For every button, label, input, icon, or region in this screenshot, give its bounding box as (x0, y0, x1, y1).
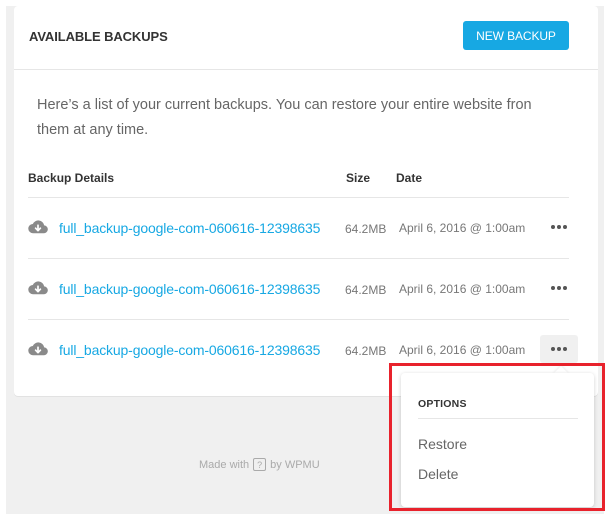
more-dots-icon (557, 286, 561, 290)
card-header: AVAILABLE BACKUPS NEW BACKUP (14, 6, 598, 70)
cloud-download-icon[interactable] (28, 280, 48, 296)
backup-size: 64.2MB (345, 283, 387, 297)
card-title: AVAILABLE BACKUPS (29, 29, 168, 44)
backup-file-link[interactable]: full_backup-google-com-060616-12398635 (59, 220, 320, 236)
more-dots-icon (550, 286, 555, 290)
table-row: full_backup-google-com-060616-12398635 6… (28, 259, 569, 320)
more-dots-icon (563, 347, 568, 351)
backup-size: 64.2MB (345, 344, 387, 358)
more-dots-icon (550, 347, 555, 351)
more-dots-icon (557, 347, 561, 351)
backup-date: April 6, 2016 @ 1:00am (399, 221, 526, 235)
new-backup-button[interactable]: NEW BACKUP (463, 21, 569, 50)
cloud-download-icon[interactable] (28, 341, 48, 357)
more-options-button[interactable] (540, 335, 578, 363)
available-backups-card: AVAILABLE BACKUPS NEW BACKUP Here’s a li… (14, 6, 598, 396)
table-row: full_backup-google-com-060616-12398635 6… (28, 198, 569, 259)
more-dots-icon (557, 225, 561, 229)
column-header-date: Date (396, 171, 423, 185)
more-dots-icon (563, 225, 568, 229)
more-options-button[interactable] (540, 274, 578, 302)
column-header-size: Size (346, 171, 371, 185)
backup-file-link[interactable]: full_backup-google-com-060616-12398635 (59, 342, 320, 358)
column-header-backup-details: Backup Details (28, 171, 115, 185)
help-icon: ? (253, 458, 267, 471)
backup-date: April 6, 2016 @ 1:00am (399, 343, 526, 357)
backup-date: April 6, 2016 @ 1:00am (399, 282, 526, 296)
footer-made-with: Made with (199, 458, 250, 471)
more-options-button[interactable] (540, 213, 578, 241)
more-dots-icon (563, 286, 568, 290)
backup-file-link[interactable]: full_backup-google-com-060616-12398635 (59, 281, 320, 297)
intro-text: Here’s a list of your current backups. Y… (37, 97, 532, 138)
backup-size: 64.2MB (345, 222, 387, 236)
highlight-annotation-box (389, 363, 605, 511)
footer-credit: Made with ? by WPMU (199, 458, 320, 471)
more-dots-icon (550, 225, 555, 229)
cloud-download-icon[interactable] (28, 219, 48, 235)
footer-by-wpmu: by WPMU (270, 458, 320, 471)
